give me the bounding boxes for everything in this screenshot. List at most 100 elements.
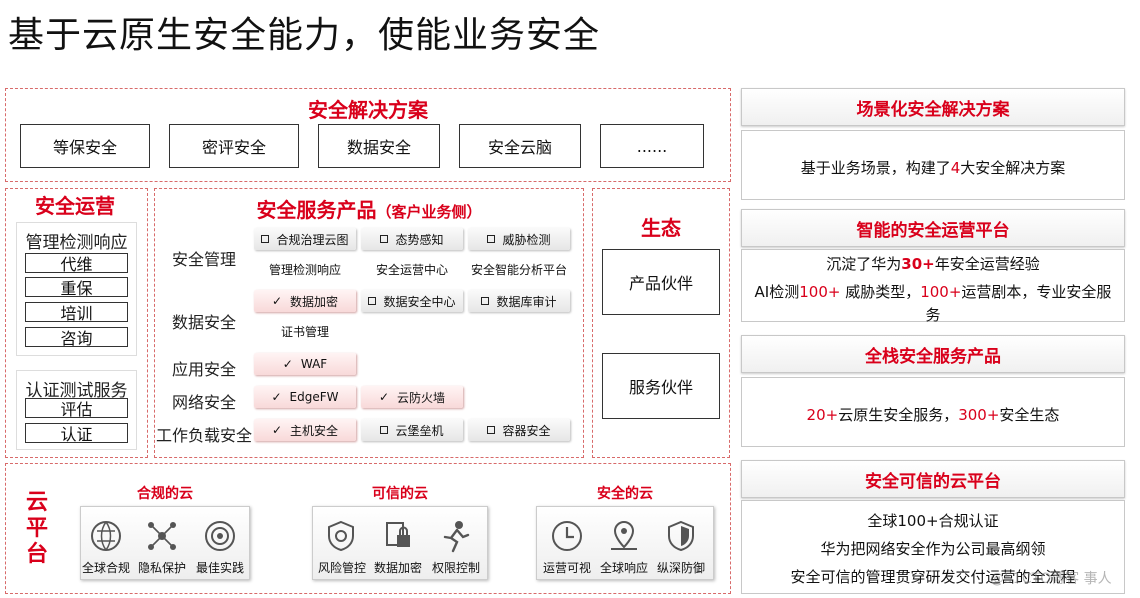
data-lock-icon <box>386 522 410 547</box>
global-response-icon <box>611 520 637 550</box>
square-icon <box>487 426 496 434</box>
product-chip[interactable]: 合规治理云图 <box>254 228 356 250</box>
access-control-icon <box>443 521 470 553</box>
right-panel-title: 全栈安全服务产品 <box>741 335 1125 373</box>
product-chip[interactable]: 数据安全中心 <box>361 290 463 312</box>
product-chip[interactable]: 威胁检测 <box>468 228 570 250</box>
cloud-item-label: 纵深防御 <box>656 561 705 575</box>
square-icon <box>368 297 377 305</box>
chip-label: 数据库审计 <box>496 294 557 309</box>
eco-item[interactable]: 产品伙伴 <box>602 249 720 315</box>
right-line: AI检测100+ 威胁类型，100+运营剧本，专业安全服 <box>754 283 1112 301</box>
ops-item[interactable]: 重保 <box>25 277 128 298</box>
square-icon <box>487 235 496 243</box>
product-chip[interactable]: 安全运营中心 <box>361 258 463 280</box>
product-chip[interactable]: 证书管理 <box>254 320 356 342</box>
square-icon <box>380 426 389 434</box>
cloud-item-label: 全球响应 <box>599 561 648 575</box>
cloud-item-label: 数据加密 <box>373 561 422 575</box>
solution-item[interactable]: 等保安全 <box>20 124 150 168</box>
privacy-network-icon <box>148 522 176 550</box>
cloud-item-label: 隐私保护 <box>137 561 186 575</box>
cloud-title-char: 台 <box>25 542 48 567</box>
products-subtitle: （客户业务侧） <box>376 203 482 221</box>
product-chip[interactable]: 态势感知 <box>361 228 463 250</box>
cloud-group-title: 合规的云 <box>137 486 193 502</box>
ops-item[interactable]: 培训 <box>25 302 128 323</box>
check-icon: ✓ <box>282 357 293 371</box>
chip-label: EdgeFW <box>289 390 339 404</box>
chip-label: 云防火墙 <box>397 390 446 405</box>
right-number: 4 <box>950 159 961 177</box>
row-label-workload: 工作负载安全 <box>156 426 253 445</box>
solutions-title: 安全解决方案 <box>308 98 428 122</box>
eco-title: 生态 <box>641 216 681 240</box>
cloud-item-label: 运营可视 <box>542 561 591 575</box>
cloud-group-title: 可信的云 <box>372 486 428 502</box>
check-icon: ✓ <box>271 390 282 404</box>
clock-visible-icon <box>552 521 582 551</box>
solution-item[interactable]: 密评安全 <box>169 124 299 168</box>
chip-label: 云堡垒机 <box>395 423 444 438</box>
ops-item[interactable]: 评估 <box>25 398 128 419</box>
row-label-app: 应用安全 <box>172 360 237 379</box>
chip-label: 威胁检测 <box>502 232 551 247</box>
chip-label: WAF <box>300 357 328 371</box>
products-header: 安全服务产品（客户业务侧） <box>154 194 584 223</box>
chip-label: 数据加密 <box>290 294 339 309</box>
product-chip[interactable]: 安全智能分析平台 <box>466 258 572 280</box>
product-chip[interactable]: 云堡垒机 <box>361 419 463 441</box>
solution-item[interactable]: 安全云脑 <box>459 124 581 168</box>
chip-label: 数据安全中心 <box>383 294 456 309</box>
right-number: 20+ <box>806 406 839 424</box>
right-number: 100+ <box>920 283 962 301</box>
right-panel-body: 沉淀了华为30+年安全运营经验 AI检测100+ 威胁类型，100+运营剧本，专… <box>741 249 1125 324</box>
cloud-item-label: 全球合规 <box>81 561 130 575</box>
ops-item[interactable]: 咨询 <box>25 327 128 348</box>
cloud-item-label: 风险管控 <box>317 561 366 575</box>
chip-label: 合规治理云图 <box>276 232 349 247</box>
right-panel-title: 智能的安全运营平台 <box>741 209 1125 247</box>
right-number: 100+ <box>799 283 841 301</box>
right-line: 华为把网络安全作为公司最高纲领 <box>820 540 1046 558</box>
product-chip[interactable]: ✓ 数据加密 <box>254 290 356 312</box>
solution-item-more[interactable]: ...... <box>600 124 704 168</box>
defense-shield-icon <box>668 520 694 552</box>
right-panel-body: 20+云原生安全服务，300+安全生态 <box>741 377 1125 447</box>
product-chip[interactable]: 数据库审计 <box>468 290 570 312</box>
right-line: 全球100+合规认证 <box>867 512 999 530</box>
product-chip[interactable]: ✓ WAF <box>254 353 356 375</box>
product-chip[interactable]: ✓ EdgeFW <box>254 386 356 408</box>
globe-compliance-icon <box>91 521 121 551</box>
product-chip[interactable]: ✓ 主机安全 <box>254 419 356 441</box>
cloud-item-label: 最佳实践 <box>195 561 244 575</box>
eco-item[interactable]: 服务伙伴 <box>602 353 720 419</box>
square-icon <box>481 297 490 305</box>
solution-item[interactable]: 数据安全 <box>318 124 440 168</box>
right-line: 务 <box>925 306 941 324</box>
ops-item[interactable]: 认证 <box>25 423 128 444</box>
ops-group1-title: 管理检测响应 <box>25 233 128 253</box>
page-title: 基于云原生安全能力，使能业务安全 <box>8 15 601 56</box>
right-text: 基于业务场景，构建了 <box>800 159 951 177</box>
right-line: 沉淀了华为30+年安全运营经验 <box>826 255 1040 273</box>
cloud-title-char: 平 <box>25 516 48 541</box>
product-chip[interactable]: 管理检测响应 <box>254 258 356 280</box>
product-chip[interactable]: ✓ 云防火墙 <box>361 386 463 408</box>
watermark: @51CTO博客 事人 <box>990 571 1112 587</box>
square-icon <box>380 235 389 243</box>
cloud-title: 云 平 台 <box>22 490 52 568</box>
row-label-mgmt: 安全管理 <box>172 250 237 269</box>
check-icon: ✓ <box>378 390 390 404</box>
product-chip[interactable]: 容器安全 <box>468 419 570 441</box>
shield-risk-icon <box>328 520 354 552</box>
ops-item[interactable]: 代维 <box>25 253 128 274</box>
cloud-group-title: 安全的云 <box>597 486 653 502</box>
right-panel-title: 安全可信的云平台 <box>741 460 1125 498</box>
products-title: 安全服务产品 <box>256 198 377 222</box>
right-number: 30+ <box>901 255 935 273</box>
best-practice-icon <box>205 521 235 551</box>
cloud-title-char: 云 <box>25 490 48 515</box>
right-panel-body: 基于业务场景，构建了4大安全解决方案 <box>741 130 1125 200</box>
check-icon: ✓ <box>271 423 283 437</box>
